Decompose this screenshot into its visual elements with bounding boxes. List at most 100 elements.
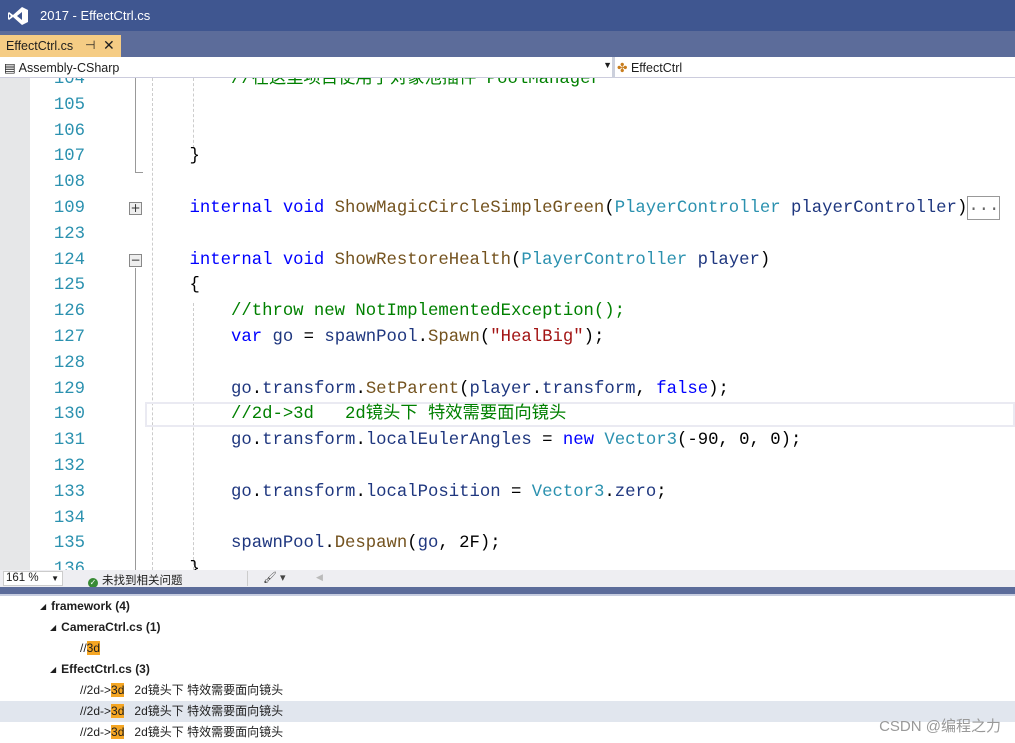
code-token: go <box>148 482 252 502</box>
code-token: transform <box>262 431 356 451</box>
code-token: playerController <box>780 198 957 218</box>
match-highlight: 3d <box>111 683 125 697</box>
line-number: 124 <box>53 250 85 270</box>
match-prefix: //2d-> <box>80 683 112 697</box>
find-results-panel: ◢ framework (4) ◢ CameraCtrl.cs (1) //3d ◢… <box>0 596 1015 742</box>
code-line[interactable]: 108 <box>0 170 1015 196</box>
editor-status-bar: 161 % ▼ ✓ 未找到相关问题 🖌 ▾ ◀ <box>0 570 1015 588</box>
code-token: transform <box>542 379 636 399</box>
close-icon[interactable]: ✕ <box>103 37 115 54</box>
code-token: . <box>355 379 366 399</box>
code-token: localEulerAngles <box>365 431 532 451</box>
code-line[interactable]: 104 //在这里项目使用了对象池插件 PoolManager <box>0 78 1015 93</box>
result-group-framework[interactable]: ◢ framework (4) <box>0 596 1015 617</box>
code-token: = <box>531 431 563 451</box>
issues-text: 未找到相关问题 <box>102 575 183 587</box>
code-line[interactable]: 107 } <box>0 144 1015 170</box>
code-cleanup-icon[interactable]: 🖌 ▾ <box>263 571 286 584</box>
divider <box>612 57 615 78</box>
line-number: 130 <box>53 405 85 425</box>
file-name: EffectCtrl.cs <box>61 662 132 676</box>
line-number: 123 <box>53 224 85 244</box>
code-token: ( <box>479 327 491 347</box>
group-count: (4) <box>115 599 130 613</box>
code-line[interactable]: 109 + internal void ShowMagicCircleSimple… <box>0 195 1015 222</box>
code-token: = <box>500 482 532 502</box>
expand-icon[interactable]: + <box>129 201 142 215</box>
result-item[interactable]: //3d <box>0 638 1015 659</box>
code-line[interactable]: 105 <box>0 93 1015 119</box>
code-token: go <box>272 327 294 347</box>
code-token: . <box>251 379 263 399</box>
code-token: false <box>656 379 709 399</box>
code-line[interactable]: 131 go.transform.localEulerAngles = new … <box>0 428 1015 454</box>
code-token: ( <box>459 379 470 399</box>
result-item[interactable]: //2d->3d 2d镜头下 特效需要面向镜头 <box>0 680 1015 701</box>
scroll-left-icon[interactable]: ◀ <box>316 572 323 583</box>
code-line[interactable]: 125 { <box>0 273 1015 299</box>
file-count: (1) <box>145 620 161 634</box>
code-token: spawnPool <box>324 327 418 347</box>
expand-triangle-icon[interactable]: ◢ <box>50 659 56 680</box>
code-token: ( <box>510 250 522 270</box>
expand-triangle-icon[interactable]: ◢ <box>50 617 56 638</box>
code-text: internal void ShowMagicCircleSimpleGreen… <box>148 195 1001 222</box>
tab-effectctrl[interactable]: EffectCtrl.cs ⊣ ✕ <box>0 35 121 57</box>
pin-icon[interactable]: ⊣ <box>85 38 95 52</box>
class-dropdown[interactable]: ✤ EffectCtrl <box>617 60 682 75</box>
match-prefix: //2d-> <box>80 704 112 718</box>
zoom-dropdown[interactable]: 161 % ▼ <box>3 571 63 586</box>
line-number: 129 <box>53 379 85 399</box>
expand-triangle-icon[interactable]: ◢ <box>40 596 46 617</box>
code-line[interactable]: 134 <box>0 506 1015 532</box>
collapsed-region-button[interactable]: ... <box>967 195 1001 220</box>
result-file[interactable]: ◢ EffectCtrl.cs (3) <box>0 659 1015 680</box>
code-line[interactable]: 128 <box>0 351 1015 377</box>
code-token: . <box>355 482 366 502</box>
code-line[interactable]: 126 //throw new NotImplementedException(… <box>0 299 1015 325</box>
line-number: 105 <box>53 95 85 115</box>
panel-splitter[interactable] <box>0 587 1015 596</box>
code-line[interactable]: 135 spawnPool.Despawn(go, 2F); <box>0 531 1015 557</box>
result-item[interactable]: //2d->3d 2d镜头下 特效需要面向镜头 <box>0 722 1015 743</box>
code-line[interactable]: 123 <box>0 222 1015 248</box>
match-prefix: //2d-> <box>80 725 112 739</box>
code-token: internal void <box>148 250 335 270</box>
code-token: . <box>251 431 263 451</box>
code-text: go.transform.SetParent(player.transform,… <box>148 377 729 403</box>
code-token: Spawn <box>428 327 480 347</box>
code-token: SetParent <box>365 379 460 399</box>
code-token: } <box>148 560 200 570</box>
code-line[interactable]: 133 go.transform.localPosition = Vector3… <box>0 480 1015 506</box>
match-prefix: // <box>80 641 87 655</box>
line-number: 106 <box>53 121 85 141</box>
code-token: //在这里项目使用了对象池插件 PoolManager <box>148 78 601 89</box>
code-line[interactable]: 124 − internal void ShowRestoreHealth(Pla… <box>0 248 1015 274</box>
chevron-down-icon: ▼ <box>603 60 612 70</box>
zoom-level: 161 % <box>6 572 39 584</box>
issues-indicator[interactable]: ✓ 未找到相关问题 <box>88 572 183 588</box>
code-token: internal void <box>148 198 335 218</box>
code-editor[interactable]: 104 //在这里项目使用了对象池插件 PoolManager 105 106 107… <box>0 78 1015 570</box>
result-item-selected[interactable]: //2d->3d 2d镜头下 特效需要面向镜头 <box>0 701 1015 722</box>
code-token: go <box>148 379 252 399</box>
code-line[interactable]: 130 //2d->3d 2d镜头下 特效需要面向镜头 <box>0 402 1015 428</box>
code-token: , <box>635 379 657 399</box>
code-token: go <box>417 534 439 554</box>
code-token: { <box>148 276 200 296</box>
project-dropdown[interactable]: ▤ Assembly-CSharp ▼ <box>4 60 612 75</box>
navigation-bar: ▤ Assembly-CSharp ▼ ✤ EffectCtrl <box>0 57 1015 78</box>
code-line[interactable]: 136 } <box>0 557 1015 570</box>
line-number: 107 <box>53 147 85 167</box>
match-highlight: 3d <box>111 725 125 739</box>
result-file[interactable]: ◢ CameraCtrl.cs (1) <box>0 617 1015 638</box>
code-line[interactable]: 132 <box>0 454 1015 480</box>
tab-label: EffectCtrl.cs <box>6 39 74 53</box>
code-line[interactable]: 127 var go = spawnPool.Spawn("HealBig"); <box>0 325 1015 351</box>
match-highlight: 3d <box>86 641 101 655</box>
code-text: spawnPool.Despawn(go, 2F); <box>148 531 501 557</box>
code-line[interactable]: 106 <box>0 119 1015 145</box>
collapse-icon[interactable]: − <box>129 253 142 267</box>
code-line[interactable]: 129 go.transform.SetParent(player.transf… <box>0 377 1015 403</box>
class-name: EffectCtrl <box>630 61 683 75</box>
